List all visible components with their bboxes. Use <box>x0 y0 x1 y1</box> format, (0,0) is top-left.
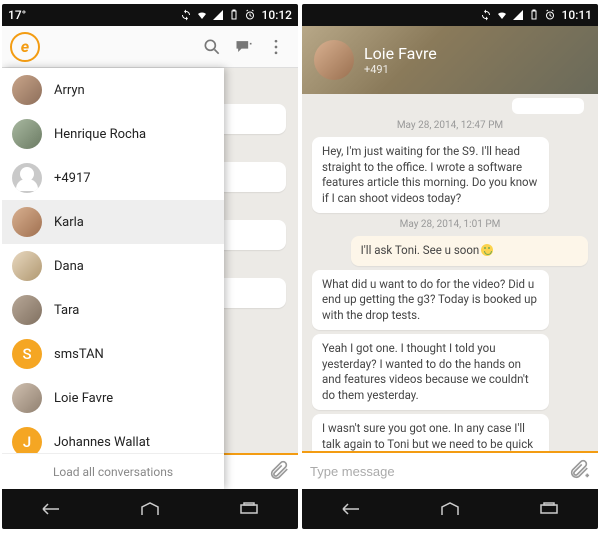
avatar: S <box>12 339 42 369</box>
contact-row[interactable]: +4917 <box>2 156 224 200</box>
contact-name: Arryn <box>54 83 85 98</box>
nav-home-icon[interactable] <box>138 500 162 518</box>
battery-icon <box>528 9 540 21</box>
contact-name: Tara <box>54 303 79 318</box>
nav-home-icon[interactable] <box>438 500 462 518</box>
nav-bar <box>2 489 298 529</box>
signal-icon <box>512 9 524 21</box>
signal-icon <box>212 9 224 21</box>
status-bar: 10:11 <box>302 4 598 26</box>
status-icons: 10:11 <box>480 8 592 22</box>
contact-number: +491 <box>364 63 437 76</box>
message-incoming: What did u want to do for the video? Did… <box>312 270 549 331</box>
message-incoming: Hey, I'm just waiting for the S9. I'll h… <box>312 137 549 213</box>
nav-back-icon[interactable] <box>339 500 363 518</box>
avatar <box>12 75 42 105</box>
contact-row[interactable]: SsmsTAN <box>2 332 224 376</box>
message-incoming: I wasn't sure you got one. In any case I… <box>312 414 549 451</box>
contact-row[interactable]: Dana <box>2 244 224 288</box>
status-icons: 10:12 <box>180 8 292 22</box>
avatar <box>12 207 42 237</box>
contact-name: smsTAN <box>54 347 104 362</box>
search-button[interactable] <box>196 29 228 65</box>
left-body: yhood ou and work ort but me if re i riv… <box>2 68 298 489</box>
contacts-list[interactable]: Arryn Henrique Rocha +4917 Karla Dana Tara Ssm… <box>2 68 224 453</box>
search-icon <box>202 37 222 57</box>
contact-name: Loie Favre <box>364 44 437 63</box>
status-temp: 17° <box>8 8 26 22</box>
status-clock: 10:12 <box>262 8 292 22</box>
compose-bar <box>302 451 598 489</box>
avatar <box>12 163 42 193</box>
contact-row[interactable]: J Johannes Wallat <box>2 420 224 453</box>
alarm-icon <box>544 9 556 21</box>
load-all-button[interactable]: Load all conversations <box>2 453 224 489</box>
avatar <box>12 383 42 413</box>
compose-icon <box>234 37 254 57</box>
message-text: I'll ask Toni. See u soon <box>361 243 480 257</box>
status-bar: 17° 10:12 <box>2 4 298 26</box>
avatar: J <box>12 427 42 453</box>
attach-button[interactable] <box>268 459 290 485</box>
contact-row[interactable]: Henrique Rocha <box>2 112 224 156</box>
nav-recent-icon[interactable] <box>237 500 261 518</box>
contact-info: Loie Favre +491 <box>364 44 437 76</box>
contact-name: Henrique Rocha <box>54 127 146 142</box>
alarm-icon <box>244 9 256 21</box>
contact-name: Loie Favre <box>54 391 113 406</box>
smile-emoji-icon <box>481 244 493 256</box>
app-logo[interactable]: e <box>10 32 40 62</box>
compose-input[interactable] <box>310 464 562 479</box>
sync-icon <box>180 9 192 21</box>
phone-right: 10:11 Loie Favre +491 May 28, 2014, 12:4… <box>302 4 598 529</box>
contact-row[interactable]: Loie Favre <box>2 376 224 420</box>
compose-button[interactable] <box>228 29 260 65</box>
sync-icon <box>480 9 492 21</box>
attach-button[interactable] <box>568 458 590 484</box>
wifi-icon <box>196 9 208 21</box>
timestamp: May 28, 2014, 1:01 PM <box>312 219 588 230</box>
status-clock: 10:11 <box>562 8 592 22</box>
overflow-button[interactable] <box>260 29 292 65</box>
avatar <box>12 295 42 325</box>
app-bar: e <box>2 26 298 68</box>
message-fragment <box>512 98 584 114</box>
message-outgoing: I'll ask Toni. See u soon <box>351 236 588 266</box>
wifi-icon <box>496 9 508 21</box>
nav-recent-icon[interactable] <box>537 500 561 518</box>
avatar <box>12 251 42 281</box>
conversation-header[interactable]: Loie Favre +491 <box>302 26 598 94</box>
drawer-panel: Arryn Henrique Rocha +4917 Karla Dana Tara Ssm… <box>2 68 224 489</box>
timestamp: May 28, 2014, 12:47 PM <box>312 120 588 131</box>
phone-left: 17° 10:12 e yh <box>2 4 298 529</box>
contact-row[interactable]: Tara <box>2 288 224 332</box>
messages-list[interactable]: May 28, 2014, 12:47 PM Hey, I'm just wai… <box>302 94 598 451</box>
contact-name: Johannes Wallat <box>54 435 150 450</box>
nav-back-icon[interactable] <box>39 500 63 518</box>
nav-bar <box>302 489 598 529</box>
contact-name: Karla <box>54 215 84 230</box>
contact-row[interactable]: Karla <box>2 200 224 244</box>
battery-icon <box>228 9 240 21</box>
message-incoming: Yeah I got one. I thought I told you yes… <box>312 334 549 410</box>
avatar <box>12 119 42 149</box>
paperclip-icon <box>268 459 290 481</box>
overflow-icon <box>266 37 286 57</box>
contact-row[interactable]: Arryn <box>2 68 224 112</box>
paperclip-icon <box>568 458 590 480</box>
contact-name: Dana <box>54 259 84 274</box>
contact-name: +4917 <box>54 171 91 186</box>
contact-avatar <box>314 40 354 80</box>
